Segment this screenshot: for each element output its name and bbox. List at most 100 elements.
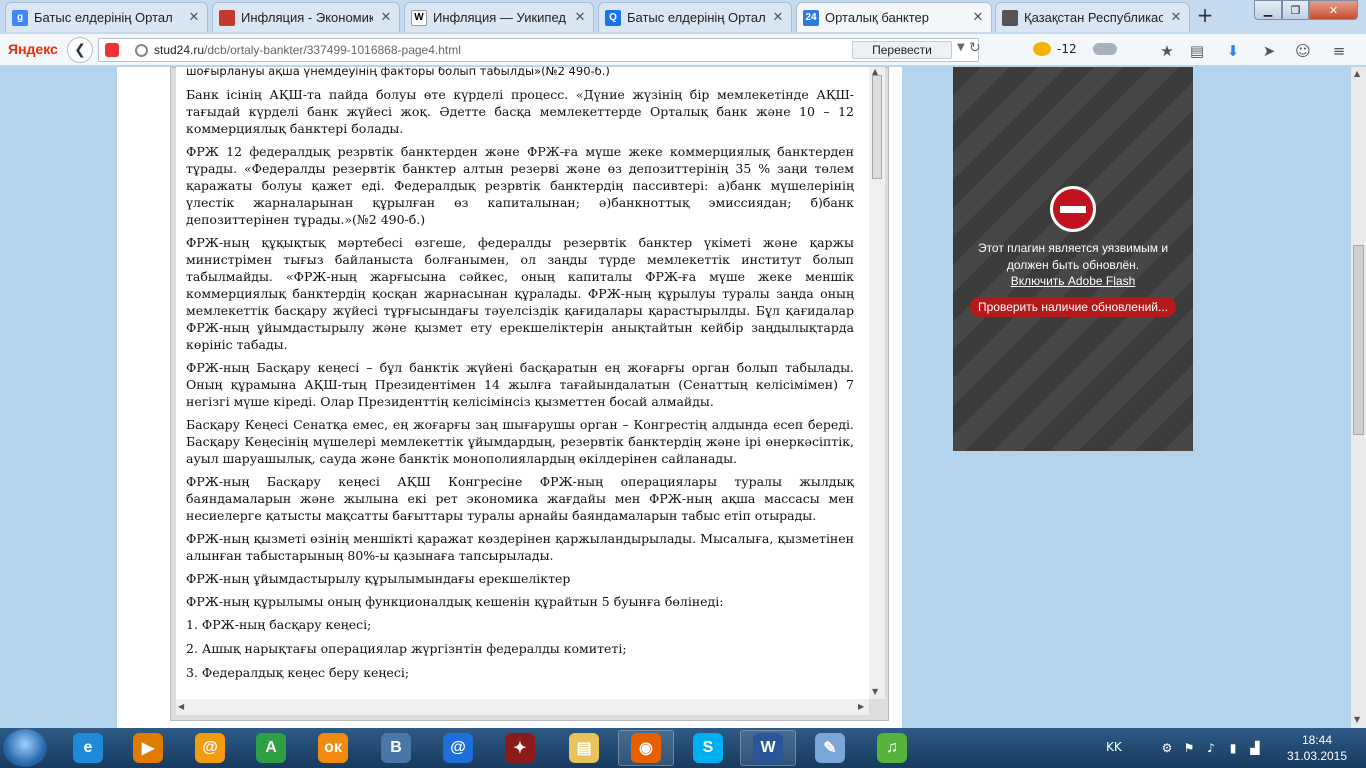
article-paragraph: Басқару Кеңесі Сенатқа емес, ең жоғарғы … xyxy=(186,417,854,466)
tab-google[interactable]: g Батыс елдерінің Ортал ✕ xyxy=(5,2,208,32)
weather-sun-cloud-icon xyxy=(1033,42,1051,56)
taskbar-media-player-button[interactable]: ▶ xyxy=(120,730,176,766)
enable-flash-link[interactable]: Включить Adobe Flash xyxy=(963,274,1183,288)
browser-toolbar: Яндекс ❮ stud24.ru/dcb/ortaly-bankter/33… xyxy=(0,34,1366,66)
translate-button[interactable]: Перевести xyxy=(852,41,952,59)
taskbar-firefox-button[interactable]: ◉ xyxy=(618,730,674,766)
scroll-down-icon[interactable]: ▼ xyxy=(1354,715,1360,724)
speaker-icon[interactable]: ♪ xyxy=(1204,741,1218,755)
download-icon[interactable]: ⬇ xyxy=(1224,42,1242,60)
start-button[interactable] xyxy=(3,729,47,767)
browser-brand-logo[interactable]: Яндекс xyxy=(8,41,58,57)
weather-widget[interactable]: -12 xyxy=(1033,42,1117,56)
tab-stud24[interactable]: 24 Орталық банктер ✕ xyxy=(796,2,992,32)
taskbar-internet-explorer-button[interactable]: e xyxy=(60,730,116,766)
send-icon[interactable]: ➤ xyxy=(1260,42,1278,60)
system-tray: KK ⚙ ⚑ ♪ ▮ ▟ 18:44 31.03.2015 xyxy=(1100,728,1366,768)
article-paragraph: ФРЖ-ның құқықтық мәртебесі өзгеше, федер… xyxy=(186,235,854,352)
tab-search[interactable]: Q Батыс елдерінің Ортал ✕ xyxy=(598,2,792,32)
taskbar-mail-agent-button[interactable]: @ xyxy=(182,730,238,766)
vk-icon: В xyxy=(381,733,411,763)
close-tab-icon[interactable]: ✕ xyxy=(187,10,201,25)
scrollbar-thumb[interactable] xyxy=(872,75,882,179)
mail-ru-agent-icon: @ xyxy=(443,733,473,763)
file-explorer-icon: ▤ xyxy=(569,733,599,763)
article-paragraph: ФРЖ 12 федералдық резрвтік банктерден жә… xyxy=(186,144,854,227)
tab-wikipedia[interactable]: W Инфляция — Уикипед ✕ xyxy=(404,2,594,32)
tab-economica[interactable]: Инфляция - Экономика ✕ xyxy=(212,2,400,32)
temperature-value: -12 xyxy=(1057,42,1077,56)
clock-date: 31.03.2015 xyxy=(1286,749,1348,763)
tab-document[interactable]: Қазақстан Республикас ✕ xyxy=(995,2,1190,32)
clock[interactable]: 18:44 31.03.2015 xyxy=(1282,732,1352,764)
address-bar[interactable]: stud24.ru/dcb/ortaly-bankter/337499-1016… xyxy=(98,38,981,62)
taskbar-security-button[interactable]: ✦ xyxy=(492,730,548,766)
windows-taskbar: e ▶ @ Aок В @ ✦ ▤ ◉ S W ✎ ♫ KK ⚙ ⚑ ♪ ▮ ▟ 18:44 31.03… xyxy=(0,728,1366,768)
taskbar-vk-button[interactable]: В xyxy=(368,730,424,766)
menu-icon[interactable]: ≡ xyxy=(1330,42,1348,60)
word-icon: W xyxy=(753,733,783,763)
close-tab-icon[interactable]: ✕ xyxy=(379,10,393,25)
taskbar-odnoklassniki-button[interactable]: ок xyxy=(305,730,361,766)
taskbar-word-button[interactable]: W xyxy=(740,730,796,766)
battery-icon[interactable]: ▮ xyxy=(1226,741,1240,755)
security-icon: ✦ xyxy=(505,733,535,763)
article-vertical-scrollbar[interactable]: ▲ ▼ xyxy=(869,67,885,699)
google-favicon-icon: g xyxy=(12,9,28,26)
tab-title: Батыс елдерінің Ортал xyxy=(627,10,765,25)
scroll-up-icon[interactable]: ▲ xyxy=(1354,69,1360,78)
scroll-down-icon[interactable]: ▼ xyxy=(872,687,878,696)
reload-icon[interactable]: ↻ xyxy=(969,40,981,56)
cloud-icon xyxy=(1092,43,1117,55)
close-window-button[interactable]: ✕ xyxy=(1309,0,1358,20)
close-tab-icon[interactable]: ✕ xyxy=(771,10,785,25)
media-player-icon: ▶ xyxy=(133,733,163,763)
maximize-button[interactable]: ❐ xyxy=(1282,0,1309,20)
record-icon[interactable] xyxy=(105,43,119,57)
back-button[interactable]: ❮ xyxy=(67,37,93,63)
taskbar-music-button[interactable]: ♫ xyxy=(864,730,920,766)
taskbar-skype-button[interactable]: S xyxy=(680,730,736,766)
language-indicator[interactable]: KK xyxy=(1106,740,1122,754)
site-info-icon[interactable] xyxy=(135,44,148,57)
close-tab-icon[interactable]: ✕ xyxy=(1169,10,1183,25)
odnoklassniki-icon: ок xyxy=(318,733,348,763)
close-tab-icon[interactable]: ✕ xyxy=(971,10,985,25)
scrollbar-thumb[interactable] xyxy=(1353,245,1364,435)
article-paragraph: ФРЖ-ның құрылымы оның функционалдық кеше… xyxy=(186,594,724,609)
smiley-icon[interactable]: ☺ xyxy=(1294,42,1312,60)
scroll-right-icon[interactable]: ▶ xyxy=(858,702,864,711)
tab-title: Батыс елдерінің Ортал xyxy=(34,10,173,25)
taskbar-file-explorer-button[interactable]: ▤ xyxy=(556,730,612,766)
article-horizontal-scrollbar[interactable]: ◀ ▶ xyxy=(176,699,869,715)
article-body: шоғырлануы ақша үнемдеуінің факторы болы… xyxy=(186,67,854,688)
economica-favicon-icon xyxy=(219,9,235,26)
taskbar-mail-ru-agent-button[interactable]: @ xyxy=(430,730,486,766)
taskbar-a-app-button[interactable]: A xyxy=(243,730,299,766)
network-tray-icon[interactable]: ⚙ xyxy=(1160,741,1174,755)
page-vertical-scrollbar[interactable]: ▲ ▼ xyxy=(1351,67,1366,728)
taskbar-paint-button[interactable]: ✎ xyxy=(802,730,858,766)
url-text[interactable]: stud24.ru/dcb/ortaly-bankter/337499-1016… xyxy=(154,43,461,57)
close-tab-icon[interactable]: ✕ xyxy=(573,10,587,25)
chevron-down-icon[interactable]: ▼ xyxy=(957,42,965,53)
article-paragraph: шоғырлануы ақша үнемдеуінің факторы болы… xyxy=(186,67,610,78)
search-favicon-icon: Q xyxy=(605,9,621,26)
flag-icon[interactable]: ⚑ xyxy=(1182,741,1196,755)
music-icon: ♫ xyxy=(877,733,907,763)
article-paragraph: ФРЖ-ның қызметі өзінің меншікті қаражат … xyxy=(186,531,854,563)
blocked-plugin-icon xyxy=(1050,186,1096,232)
new-tab-button[interactable]: + xyxy=(1193,4,1217,28)
url-path: /dcb/ortaly-bankter/337499-1016868-page4… xyxy=(204,43,461,57)
tab-title: Орталық банктер xyxy=(825,10,929,25)
minimize-button[interactable]: ▁ xyxy=(1254,0,1282,20)
flash-warning-text: Этот плагин является уязвимым и должен б… xyxy=(977,241,1169,272)
check-updates-button[interactable]: Проверить наличие обновлений... xyxy=(970,297,1176,317)
signal-icon[interactable]: ▟ xyxy=(1248,741,1262,755)
wikipedia-favicon-icon: W xyxy=(411,9,427,26)
a-app-icon: A xyxy=(256,733,286,763)
scroll-left-icon[interactable]: ◀ xyxy=(178,702,184,711)
article-paragraph: ФРЖ-ның Басқару кеңесі – бұл банктік жүй… xyxy=(186,360,854,409)
bookmarks-icon[interactable]: ▤ xyxy=(1188,42,1206,60)
star-icon[interactable]: ★ xyxy=(1158,42,1176,60)
